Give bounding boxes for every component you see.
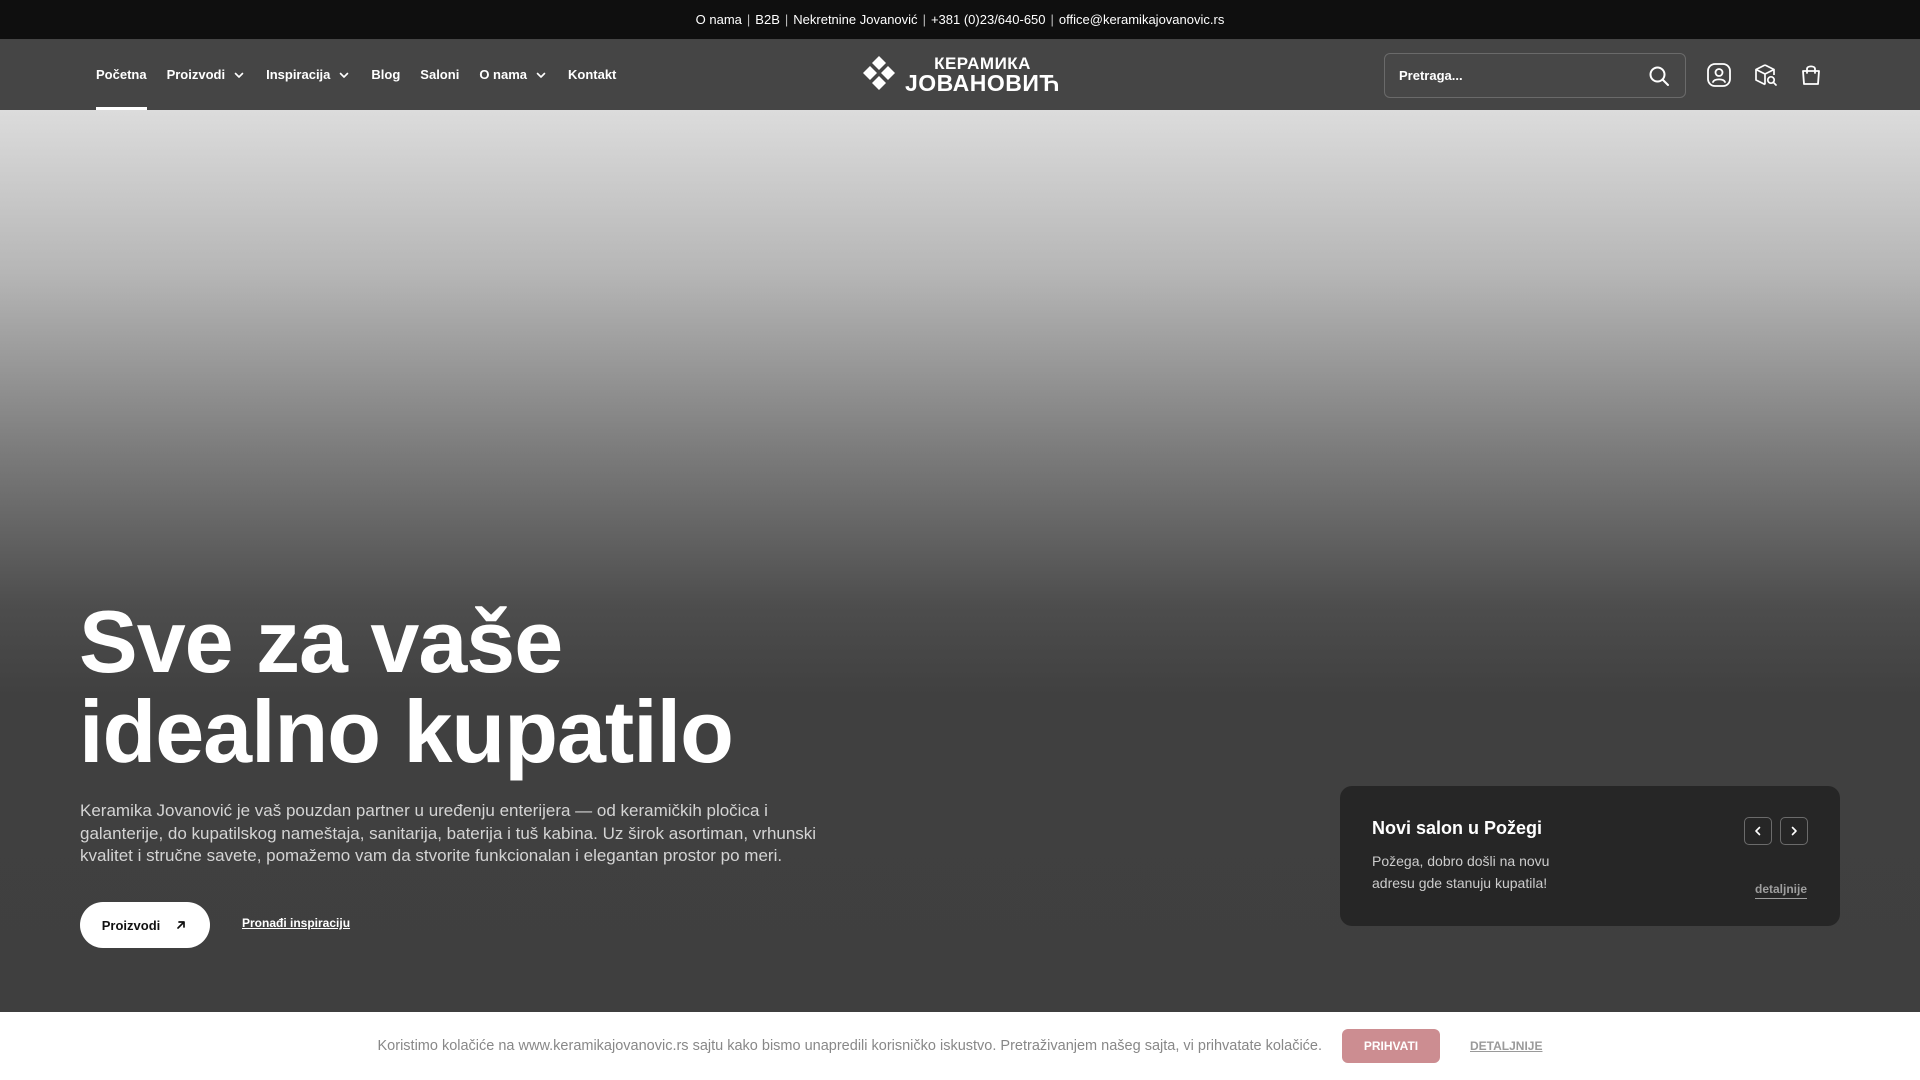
nav-item-about[interactable]: O nama	[479, 39, 548, 110]
news-prev-button[interactable]	[1744, 817, 1772, 845]
products-button[interactable]: Proizvodi	[80, 902, 210, 948]
cookie-accept-button[interactable]: PRIHVATI	[1342, 1029, 1441, 1063]
nav-item-label: Početna	[96, 67, 147, 82]
hero-title: Sve za vaše idealno kupatilo	[79, 597, 979, 777]
news-card-text: Požega, dobro došli na novu adresu gde s…	[1372, 853, 1550, 891]
news-card: Novi salon u Požegi Požega, dobro došli …	[1340, 786, 1840, 926]
products-button-label: Proizvodi	[101, 917, 161, 933]
cookie-details-link[interactable]: DETALJNIJE	[1470, 1039, 1542, 1053]
order-search-icon[interactable]	[1752, 62, 1778, 88]
top-info-bar: O nama | B2B | Nekretnine Jovanović | +3…	[0, 0, 1920, 39]
search-input[interactable]	[1399, 68, 1647, 83]
news-details-link[interactable]: detaljnije	[1755, 882, 1808, 899]
site-header: Početna Proizvodi Inspiracija Blog Salon…	[0, 39, 1920, 110]
hero-title-line1: Sve za vaše	[79, 592, 563, 691]
search-box	[1384, 53, 1686, 98]
topbar-phone[interactable]: +381 (0)23/640-650	[931, 12, 1046, 27]
logo-text: КЕРАМИКА ЈОВАНОВИЋ	[905, 55, 1060, 95]
nav-item-label: Saloni	[420, 67, 460, 82]
nav-item-label: O nama	[479, 67, 527, 82]
nav-item-products[interactable]: Proizvodi	[167, 39, 247, 110]
nav-item-showrooms[interactable]: Saloni	[420, 39, 459, 110]
chevron-down-icon	[536, 72, 546, 78]
topbar-separator: |	[746, 12, 751, 27]
user-icon[interactable]	[1706, 62, 1732, 88]
hero-title-line2: idealno kupatilo	[79, 682, 734, 781]
nav-item-blog[interactable]: Blog	[371, 39, 400, 110]
nav-item-label: Kontakt	[568, 67, 617, 82]
chevron-down-icon	[234, 72, 244, 78]
cart-icon[interactable]	[1798, 62, 1824, 88]
main-nav: Početna Proizvodi Inspiracija Blog Salon…	[96, 39, 636, 110]
chevron-down-icon	[340, 72, 349, 78]
topbar-separator: |	[922, 12, 926, 27]
cookie-banner: Koristimo kolačiće na www.keramikajovano…	[0, 1012, 1920, 1080]
find-inspiration-link[interactable]: Pronađi inspiraciju	[242, 916, 350, 930]
hero-description: Keramika Jovanović je vaš pouzdan partne…	[80, 801, 817, 865]
nav-item-label: Proizvodi	[166, 67, 226, 82]
chevron-right-icon	[1791, 826, 1797, 836]
chevron-left-icon	[1755, 826, 1761, 836]
arrow-up-right-icon	[177, 921, 186, 929]
cookie-text: Koristimo kolačiće na www.keramikajovano…	[377, 1038, 1323, 1054]
logo-diamond-icon	[863, 56, 895, 90]
topbar-link-about[interactable]: O nama	[696, 12, 742, 27]
nav-item-contact[interactable]: Kontakt	[568, 39, 616, 110]
topbar-separator: |	[1050, 12, 1054, 27]
news-card-title: Novi salon u Požegi	[1372, 818, 1543, 838]
logo-line2: ЈОВАНОВИЋ	[905, 70, 1061, 96]
nav-item-home[interactable]: Početna	[96, 39, 147, 110]
hero-section: Sve za vaše idealno kupatilo Keramika Jo…	[0, 110, 1920, 1012]
nav-item-inspiration[interactable]: Inspiracija	[266, 39, 351, 110]
nav-item-label: Blog	[371, 67, 401, 82]
topbar-link-b2b[interactable]: B2B	[755, 12, 780, 27]
topbar-separator: |	[784, 12, 789, 27]
topbar-link-real-estate[interactable]: Nekretnine Jovanović	[793, 12, 917, 27]
search-icon[interactable]	[1647, 64, 1671, 88]
news-next-button[interactable]	[1780, 817, 1808, 845]
site-logo[interactable]: КЕРАМИКА ЈОВАНОВИЋ	[861, 53, 1061, 97]
nav-item-label: Inspiracija	[266, 67, 331, 82]
topbar-email[interactable]: office@keramikajovanovic.rs	[1059, 12, 1224, 27]
